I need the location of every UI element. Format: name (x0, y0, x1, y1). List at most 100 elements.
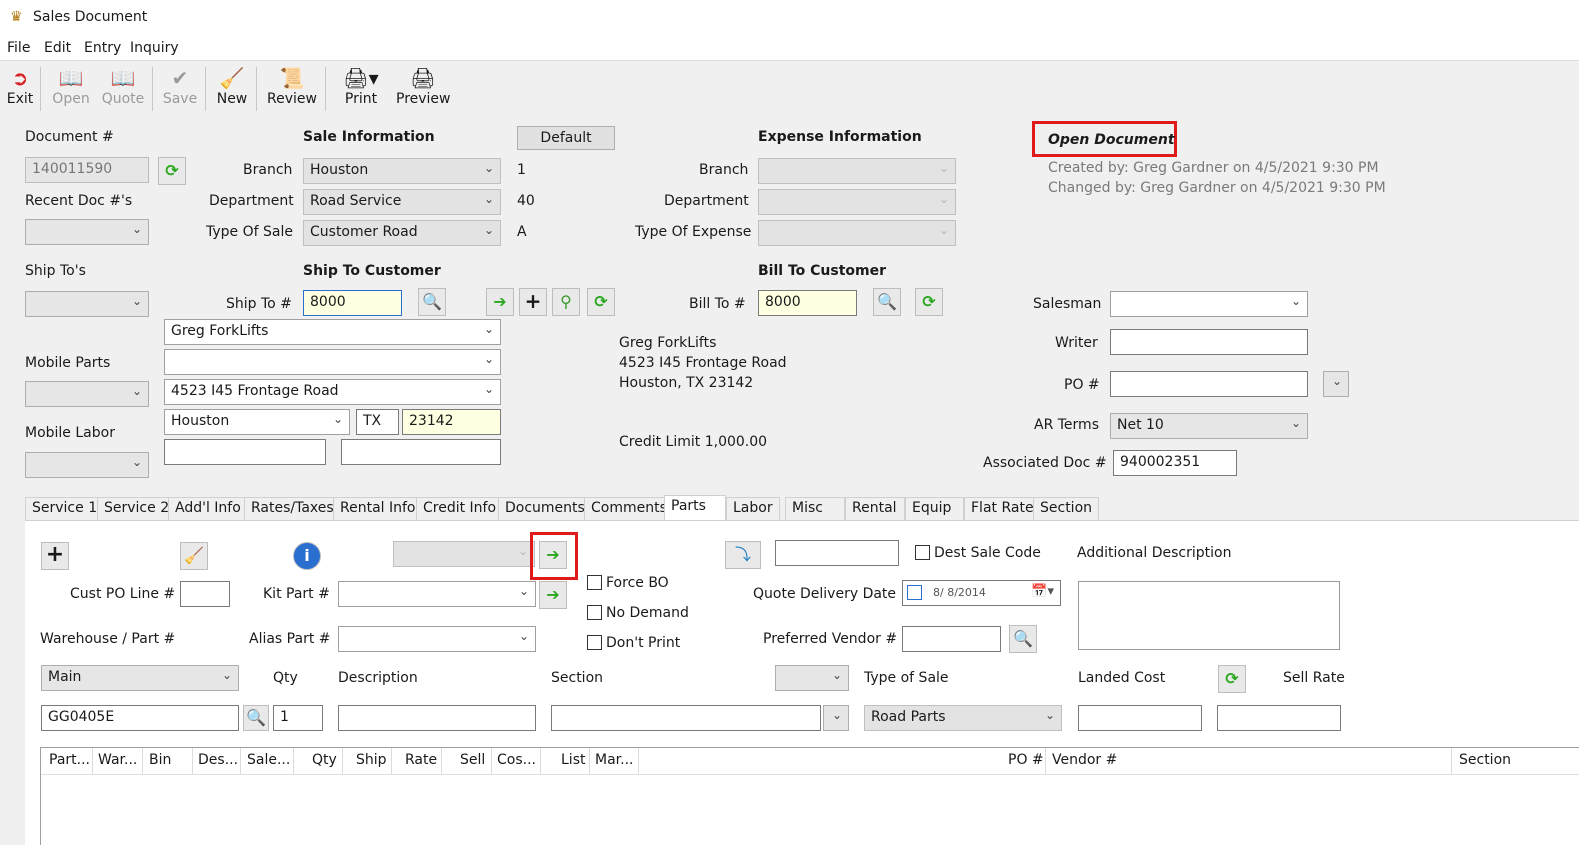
po-dropdown-button[interactable]: ⌄ (1323, 371, 1349, 397)
grid-header-cost[interactable]: Cos... (497, 752, 536, 768)
bill-to-search-icon[interactable]: 🔍 (873, 288, 901, 316)
default-button[interactable]: Default (517, 126, 615, 150)
mobile-parts-select[interactable]: ⌄ (25, 381, 149, 407)
tab-credit-info[interactable]: Credit Info (416, 497, 504, 521)
salesman-select[interactable]: ⌄ (1110, 291, 1308, 317)
clear-broom-icon[interactable]: 🧹 (180, 542, 208, 570)
alias-part-select[interactable]: ⌄ (338, 626, 536, 652)
expense-branch-select[interactable]: ⌄ (758, 158, 956, 184)
grid-header-po[interactable]: PO # (1008, 752, 1044, 768)
menu-edit[interactable]: Edit (44, 40, 71, 56)
review-button[interactable]: 📜 Review (265, 65, 319, 113)
ship-to-input[interactable]: 8000 (303, 290, 402, 316)
grid-header-rate[interactable]: Rate (405, 752, 437, 768)
po-field[interactable] (1110, 371, 1308, 397)
bill-to-input[interactable]: 8000 (758, 290, 857, 316)
tab-service-2[interactable]: Service 2 (97, 497, 177, 521)
grid-header-bin[interactable]: Bin (149, 752, 171, 768)
info-icon[interactable]: i (293, 542, 321, 570)
dont-print-checkbox[interactable] (587, 635, 602, 650)
vendor-search-icon[interactable]: 🔍 (1009, 625, 1037, 653)
tab-comments[interactable]: Comments (584, 497, 674, 521)
tab-flat-rate[interactable]: Flat Rate (964, 497, 1041, 521)
refresh-icon[interactable]: ⟳ (158, 157, 186, 185)
recent-docs-select[interactable]: ⌄ (25, 219, 149, 245)
preview-button[interactable]: 🖨 Preview (396, 65, 451, 113)
grid-header-warehouse[interactable]: War... (98, 752, 137, 768)
tab-rental-info[interactable]: Rental Info (333, 497, 423, 521)
writer-field[interactable] (1110, 329, 1308, 355)
ship-to-name-select[interactable]: Greg ForkLifts ⌄ (164, 319, 501, 345)
section-field[interactable] (551, 705, 821, 731)
grid-header-margin[interactable]: Mar... (595, 752, 633, 768)
no-demand-checkbox[interactable] (587, 605, 602, 620)
tab-misc[interactable]: Misc (785, 497, 845, 521)
tab-equip[interactable]: Equip (905, 497, 964, 521)
ship-to-city-select[interactable]: Houston ⌄ (164, 409, 350, 435)
qty-field[interactable]: 1 (273, 705, 323, 731)
cost-refresh-icon[interactable]: ⟳ (1218, 665, 1246, 693)
description-field[interactable] (338, 705, 536, 731)
ship-to-state-field[interactable]: TX (356, 409, 399, 435)
menu-file[interactable]: File (7, 40, 30, 56)
document-number-field[interactable]: 140011590 (25, 157, 149, 183)
tab-service-1[interactable]: Service 1 (25, 497, 105, 521)
mobile-labor-select[interactable]: ⌄ (25, 452, 149, 478)
sale-department-select[interactable]: Road Service ⌄ (303, 189, 501, 215)
add-part-plus-icon[interactable]: + (41, 542, 69, 570)
additional-description-textarea[interactable] (1078, 581, 1340, 650)
expense-type-select[interactable]: ⌄ (758, 220, 956, 246)
force-bo-checkbox[interactable] (587, 575, 602, 590)
print-button[interactable]: 🖨▾ Print (340, 65, 382, 113)
sale-type-select[interactable]: Customer Road ⌄ (303, 220, 501, 246)
tab-addl-info[interactable]: Add'l Info (168, 497, 248, 521)
quote-date-checkbox[interactable] (907, 585, 922, 600)
cust-po-line-field[interactable] (180, 581, 230, 607)
tab-parts[interactable]: Parts (664, 495, 726, 522)
associated-doc-field[interactable]: 940002351 (1113, 450, 1237, 476)
tab-labor[interactable]: Labor (726, 497, 780, 521)
grid-header-sell[interactable]: Sell (460, 752, 485, 768)
ship-to-address-select[interactable]: 4523 I45 Frontage Road ⌄ (164, 379, 501, 405)
bill-to-refresh-icon[interactable]: ⟳ (915, 288, 943, 316)
type-of-sale-select[interactable]: Road Parts ⌄ (864, 705, 1062, 731)
ship-to-refresh-icon[interactable]: ⟳ (587, 288, 615, 316)
landed-cost-field[interactable] (1078, 705, 1202, 731)
grid-header-qty[interactable]: Qty (312, 752, 337, 768)
grid-header-description[interactable]: Des... (198, 752, 238, 768)
grid-header-vendor[interactable]: Vendor # (1052, 752, 1117, 768)
ship-to-go-arrow-icon[interactable]: ➔ (486, 288, 514, 316)
kit-part-go-arrow-icon[interactable]: ➔ (539, 581, 567, 609)
tab-rental[interactable]: Rental (845, 497, 905, 521)
ship-to-zip-field[interactable]: 23142 (402, 409, 501, 435)
grid-header-part[interactable]: Part... (49, 752, 90, 768)
pin-icon[interactable]: ⚲ (552, 288, 580, 316)
grid-header-section[interactable]: Section (1459, 752, 1511, 768)
tab-section[interactable]: Section (1033, 497, 1100, 521)
new-button[interactable]: 🧹 New (214, 65, 250, 113)
swap-arrow-icon[interactable]: ⤵ (725, 541, 761, 569)
dest-sale-code-checkbox[interactable] (915, 545, 930, 560)
ship-tos-select[interactable]: ⌄ (25, 291, 149, 317)
ship-to-search-icon[interactable]: 🔍 (418, 288, 446, 316)
ship-to-extra-field-2[interactable] (341, 439, 501, 465)
add-plus-icon[interactable]: + (519, 288, 547, 316)
parts-top-select[interactable]: ⌄ (393, 541, 535, 567)
grid-header-list[interactable]: List (561, 752, 585, 768)
section-code-select[interactable]: ⌄ (775, 665, 849, 691)
part-search-icon[interactable]: 🔍 (243, 705, 269, 731)
menu-entry[interactable]: Entry (84, 40, 121, 56)
quote-button[interactable]: 📖 Quote (100, 65, 146, 113)
exit-button[interactable]: ➲ Exit (5, 65, 35, 113)
calendar-icon[interactable]: 📅▾ (1031, 584, 1054, 599)
part-number-field[interactable]: GG0405E (41, 705, 239, 731)
grid-header-ship[interactable]: Ship (356, 752, 387, 768)
parts-code-field[interactable] (775, 540, 899, 566)
menu-inquiry[interactable]: Inquiry (130, 40, 179, 56)
ship-to-extra-field-1[interactable] (164, 439, 326, 465)
sell-rate-field[interactable] (1217, 705, 1341, 731)
ar-terms-select[interactable]: Net 10 ⌄ (1110, 413, 1308, 439)
ship-to-address2-select[interactable]: ⌄ (164, 349, 501, 375)
warehouse-select[interactable]: Main ⌄ (41, 665, 239, 691)
preferred-vendor-field[interactable] (902, 626, 1001, 652)
